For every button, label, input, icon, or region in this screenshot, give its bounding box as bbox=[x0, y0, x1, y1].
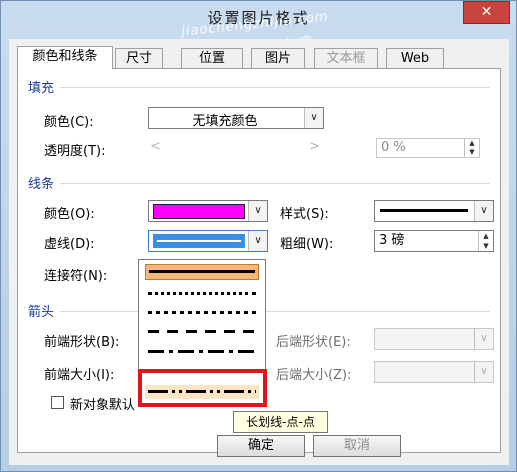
end-size-label: 后端大小(Z): bbox=[276, 368, 352, 383]
transparency-slider[interactable]: < > bbox=[148, 139, 324, 157]
fill-color-value: 无填充颜色 bbox=[192, 114, 258, 129]
chevron-down-icon: ∨ bbox=[248, 201, 267, 221]
title-bar[interactable]: 设置图片格式 jiaochengzhijia.com 教程之家 ✕ bbox=[1, 1, 516, 55]
default-for-new-checkbox[interactable] bbox=[51, 396, 64, 409]
fill-section-title: 填充 bbox=[28, 81, 55, 96]
fill-color-label: 颜色(C): bbox=[44, 115, 94, 130]
transparency-spinner[interactable]: 0 % ▲ ▼ bbox=[376, 138, 480, 158]
weight-spinner[interactable]: 3 磅 ▲ ▼ bbox=[374, 230, 494, 252]
fill-divider bbox=[60, 87, 490, 88]
tab-picture[interactable]: 图片 bbox=[251, 48, 305, 68]
slider-right-icon: > bbox=[309, 139, 320, 154]
fill-color-dropdown[interactable]: 无填充颜色 ∨ bbox=[148, 107, 324, 129]
tab-web[interactable]: Web bbox=[386, 48, 444, 68]
line-color-swatch bbox=[153, 204, 245, 219]
transparency-label: 透明度(T): bbox=[44, 144, 106, 159]
arrows-section-title: 箭头 bbox=[28, 305, 55, 320]
dash-dropdown[interactable]: ∨ bbox=[148, 230, 268, 252]
line-section-title: 线条 bbox=[28, 177, 55, 192]
dash-option-dash[interactable] bbox=[145, 325, 259, 339]
ok-button[interactable]: 确定 bbox=[217, 435, 305, 457]
close-button[interactable]: ✕ bbox=[463, 1, 510, 24]
line-style-preview bbox=[380, 209, 468, 212]
end-size-dropdown[interactable]: ∨ bbox=[374, 361, 494, 383]
arrows-divider bbox=[60, 311, 490, 312]
default-for-new-label: 新对象默认 bbox=[70, 398, 136, 413]
begin-style-label: 前端形状(B): bbox=[44, 335, 120, 350]
transparency-value: 0 % bbox=[381, 140, 406, 155]
style-label: 样式(S): bbox=[280, 207, 329, 222]
begin-size-label: 前端大小(I): bbox=[44, 368, 115, 383]
dash-option-square-dot[interactable] bbox=[145, 306, 259, 320]
spin-arrows-icon: ▲ ▼ bbox=[464, 139, 479, 157]
dash-option-solid[interactable] bbox=[145, 264, 259, 280]
highlight-box bbox=[138, 369, 267, 407]
chevron-down-icon: ∨ bbox=[474, 201, 493, 221]
tab-textbox[interactable]: 文本框 bbox=[314, 48, 378, 68]
chevron-down-icon: ∨ bbox=[474, 362, 493, 382]
chevron-down-icon: ∨ bbox=[304, 108, 323, 128]
weight-label: 粗细(W): bbox=[280, 237, 334, 252]
close-icon: ✕ bbox=[480, 4, 493, 20]
dash-tooltip: 长划线-点-点 bbox=[233, 411, 328, 433]
end-style-dropdown[interactable]: ∨ bbox=[374, 328, 494, 350]
dash-option-dash-dot[interactable] bbox=[145, 345, 259, 359]
line-color-dropdown[interactable]: ∨ bbox=[148, 200, 268, 222]
dash-selected-preview bbox=[153, 234, 245, 248]
tab-size[interactable]: 尺寸 bbox=[115, 48, 163, 68]
line-style-dropdown[interactable]: ∨ bbox=[374, 200, 494, 222]
spin-arrows-icon: ▲ ▼ bbox=[478, 231, 493, 251]
dash-option-round-dot[interactable] bbox=[145, 287, 259, 301]
end-style-label: 后端形状(E): bbox=[276, 335, 351, 350]
tab-position[interactable]: 位置 bbox=[181, 48, 243, 68]
chevron-down-icon: ∨ bbox=[248, 231, 267, 251]
chevron-down-icon: ∨ bbox=[474, 329, 493, 349]
cancel-button[interactable]: 取消 bbox=[313, 435, 401, 457]
line-color-label: 颜色(O): bbox=[44, 207, 95, 222]
weight-value: 3 磅 bbox=[379, 233, 405, 248]
line-divider bbox=[60, 183, 490, 184]
connector-label: 连接符(N): bbox=[44, 269, 108, 284]
dash-label: 虚线(D): bbox=[44, 237, 95, 252]
slider-left-icon: < bbox=[150, 139, 161, 154]
tab-colors-lines[interactable]: 颜色和线条 bbox=[17, 46, 113, 69]
